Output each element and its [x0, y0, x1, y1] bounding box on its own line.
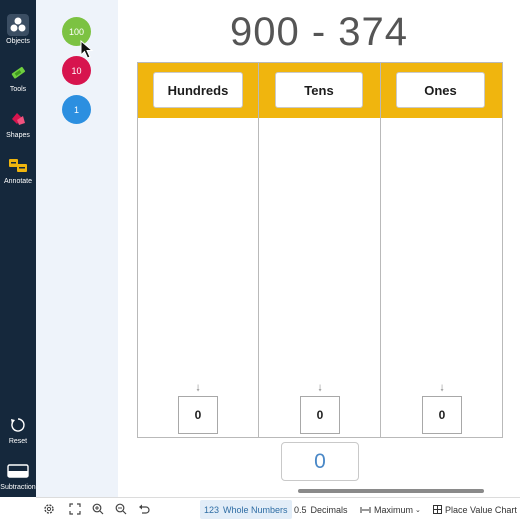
- undo-icon[interactable]: [137, 502, 151, 516]
- column-header-tens[interactable]: Tens: [275, 72, 363, 108]
- column-divider: [380, 63, 381, 437]
- nav-item-shapes[interactable]: Shapes: [0, 108, 36, 139]
- objects-icon: [7, 14, 29, 36]
- view-dropdown[interactable]: Place Value Chart ⌄: [433, 500, 520, 519]
- subtraction-icon: [7, 460, 29, 482]
- nav-label: Shapes: [6, 132, 30, 139]
- app-root: Objects Tools Shapes Annotate Reset Subt…: [0, 0, 520, 520]
- nav-item-tools[interactable]: Tools: [0, 62, 36, 93]
- whole-numbers-code: 123: [204, 504, 220, 515]
- workspace: 900 - 374 Hundreds Tens Ones 🠗 🠗 🠗 0 0 0…: [118, 0, 520, 497]
- chevron-down-icon: ⌄: [415, 506, 421, 514]
- view-label: Place Value Chart: [445, 504, 517, 515]
- maximum-label: Maximum: [374, 504, 414, 515]
- grid-icon: [433, 505, 442, 514]
- settings-gear-icon[interactable]: [42, 502, 56, 516]
- nav-label: Objects: [6, 38, 30, 45]
- total-value: 0: [281, 442, 359, 481]
- column-header-ones[interactable]: Ones: [396, 72, 485, 108]
- nav-item-reset[interactable]: Reset: [0, 414, 36, 445]
- decimals-toggle[interactable]: 0.5 Decimals: [290, 500, 352, 519]
- ones-count: 0: [422, 396, 462, 434]
- tens-count: 0: [300, 396, 340, 434]
- decimals-label: Decimals: [310, 504, 348, 515]
- nav-item-subtraction[interactable]: Subtraction: [0, 460, 36, 491]
- horizontal-scrollbar[interactable]: [298, 489, 484, 493]
- tools-icon: [7, 62, 29, 84]
- nav-item-objects[interactable]: Objects: [0, 14, 36, 45]
- nav-label: Tools: [9, 86, 27, 93]
- bottom-toolbar: 123 Whole Numbers 0.5 Decimals Maximum ⌄…: [36, 497, 520, 520]
- zoom-out-icon[interactable]: [114, 502, 128, 516]
- disk-ten[interactable]: 10: [62, 56, 91, 85]
- fullscreen-icon[interactable]: [68, 502, 82, 516]
- arrow-down-icon: 🠗: [196, 383, 200, 393]
- arrow-down-icon: 🠗: [318, 383, 322, 393]
- annotate-icon: [7, 154, 29, 176]
- zoom-in-icon[interactable]: [91, 502, 105, 516]
- shapes-icon: [7, 108, 29, 130]
- column-header-hundreds[interactable]: Hundreds: [153, 72, 243, 108]
- column-divider: [258, 63, 259, 437]
- place-value-chart: Hundreds Tens Ones 🠗 🠗 🠗 0 0 0: [137, 62, 503, 438]
- maximum-dropdown[interactable]: Maximum ⌄: [360, 500, 421, 519]
- disk-one[interactable]: 1: [62, 95, 91, 124]
- left-nav: Objects Tools Shapes Annotate Reset Subt…: [0, 0, 36, 497]
- arrow-down-icon: 🠗: [440, 383, 444, 393]
- nav-item-annotate[interactable]: Annotate: [0, 154, 36, 185]
- hundreds-count: 0: [178, 396, 218, 434]
- nav-label: Subtraction: [0, 484, 36, 491]
- object-palette: 100 10 1: [36, 0, 118, 497]
- decimals-code: 0.5: [294, 504, 307, 515]
- reset-icon: [7, 414, 29, 436]
- width-arrows-icon: [360, 506, 371, 513]
- problem-expression: 900 - 374: [229, 10, 409, 54]
- mouse-cursor-icon: [80, 40, 94, 59]
- whole-numbers-label: Whole Numbers: [223, 504, 288, 515]
- whole-numbers-toggle[interactable]: 123 Whole Numbers: [200, 500, 292, 519]
- nav-label: Annotate: [3, 178, 33, 185]
- nav-label: Reset: [8, 438, 28, 445]
